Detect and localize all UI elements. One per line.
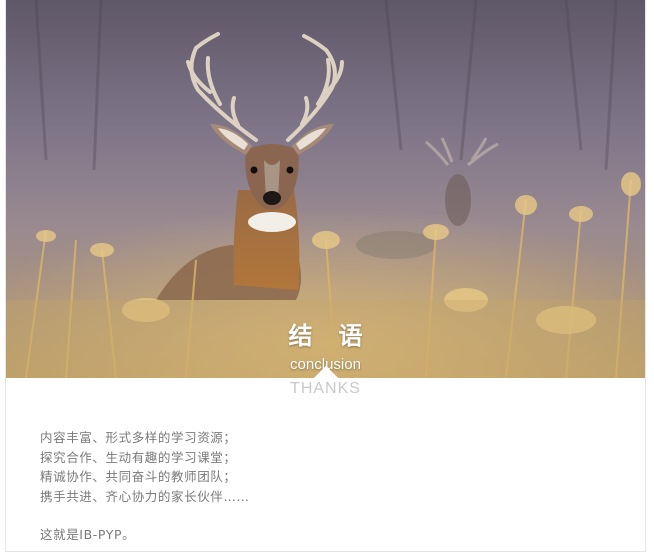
article-card: 结语 conclusion THANKS 内容丰富、形式多样的学习资源； 探究合… bbox=[5, 0, 646, 552]
thanks-text: THANKS bbox=[290, 380, 361, 397]
deer-photo: 结语 conclusion bbox=[6, 0, 645, 378]
closing-line: 这就是IB-PYP。 bbox=[40, 527, 136, 542]
body-line: 携手共进、齐心协力的家长伙伴…… bbox=[40, 488, 250, 504]
conclusion-body: 内容丰富、形式多样的学习资源； 探究合作、生动有趣的学习课堂； 精诚协作、共同奋… bbox=[40, 428, 250, 545]
body-line: 精诚协作、共同奋斗的教师团队； bbox=[40, 469, 237, 484]
body-line: 内容丰富、形式多样的学习资源； bbox=[40, 430, 237, 445]
body-line: 探究合作、生动有趣的学习课堂； bbox=[40, 449, 237, 465]
section-title: 结语 bbox=[288, 322, 389, 350]
